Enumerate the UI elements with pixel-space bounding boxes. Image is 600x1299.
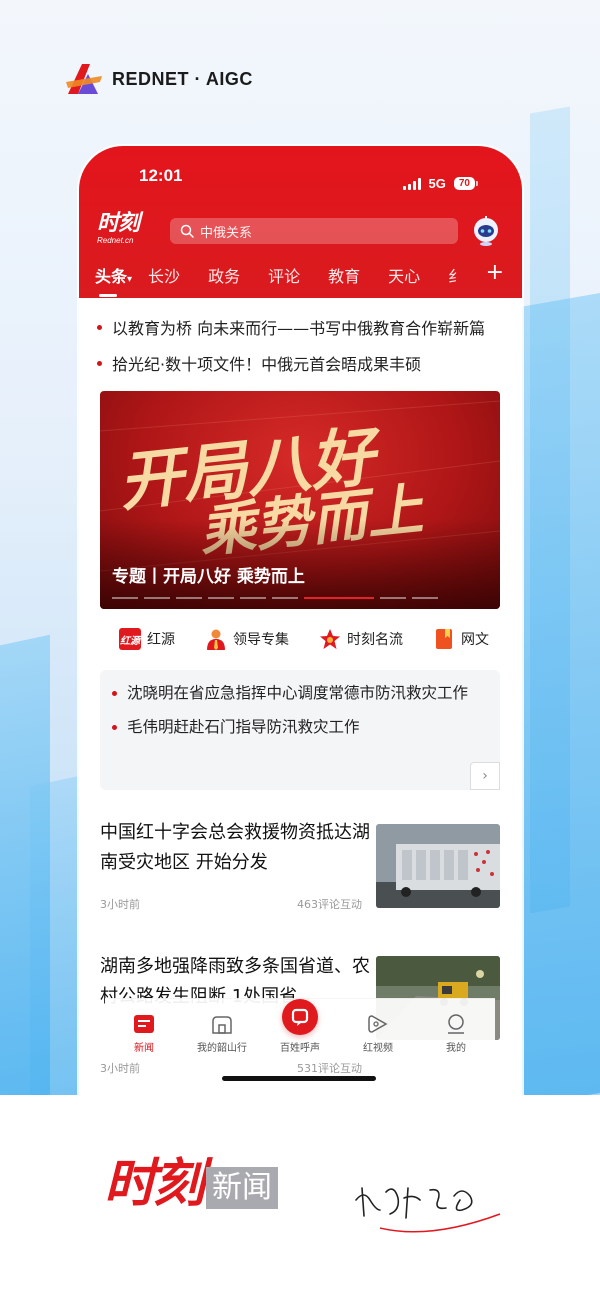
chevron-right-icon[interactable]: ›	[470, 762, 500, 790]
search-icon	[180, 224, 194, 238]
quick-link-articles[interactable]: 网文	[433, 628, 489, 650]
notice-text: 毛伟明赶赴石门指导防汛救灾工作	[127, 718, 360, 736]
carousel-dot[interactable]	[240, 597, 266, 599]
leader-icon	[207, 629, 225, 650]
decor-band	[530, 106, 570, 914]
tab-news[interactable]: 新闻	[106, 1013, 182, 1054]
quick-link-label: 领导专集	[233, 632, 289, 648]
carousel-dot[interactable]	[272, 597, 298, 599]
bottom-brand-main: 时刻	[104, 1153, 205, 1214]
bottom-brand-sub: 新闻	[206, 1167, 279, 1209]
news-comments: 463评论互动	[297, 898, 362, 911]
star-icon	[320, 629, 340, 649]
rednet-brand: REDNET · AIGC	[64, 62, 253, 96]
banner-caption: 专题丨开局八好 乘势而上	[112, 567, 305, 587]
carousel-dot[interactable]	[412, 597, 438, 599]
bottom-brand: 时刻 新闻	[104, 1153, 279, 1214]
hongyuan-icon: 红源	[119, 628, 141, 650]
notice-panel: 沈晓明在省应急指挥中心调度常德市防汛救灾工作 毛伟明赶赴石门指导防汛救灾工作 ›	[100, 670, 500, 790]
headline-text: 以教育为桥 向未来而行——书写中俄教育合作崭新篇	[112, 319, 486, 338]
app-logo-sub: Rednet.cn	[97, 236, 134, 245]
network-type: 5G	[428, 176, 446, 191]
notice-text: 沈晓明在省应急指挥中心调度常德市防汛救灾工作	[127, 684, 469, 702]
tab-label: 我的	[446, 1043, 466, 1054]
quick-link-celebrities[interactable]: 时刻名流	[319, 628, 403, 650]
bullet-icon	[97, 324, 102, 330]
notice-item[interactable]: 毛伟明赶赴石门指导防汛救灾工作	[112, 714, 488, 740]
tab-more-channel[interactable]: 纟	[448, 263, 462, 287]
news-item[interactable]: 中国红十字会总会救援物资抵达湖南受灾地区 开始分发 3小时前 463评论互动	[100, 818, 500, 911]
quick-link-hongyuan[interactable]: 红源 红源	[119, 628, 175, 650]
brand-name: REDNET · AIGC	[112, 68, 253, 89]
tab-label: 头条	[95, 267, 128, 286]
tab-government[interactable]: 政务	[208, 263, 240, 287]
news-comments: 531评论互动	[297, 1062, 362, 1075]
app-header: 12:01 5G 70 时刻 Rednet.cn 中俄关系 头条▾ 长沙 政务 …	[79, 146, 522, 298]
quick-link-label: 时刻名流	[347, 632, 403, 648]
tab-label: 我的韶山行	[197, 1043, 247, 1054]
status-time: 12:01	[139, 166, 183, 185]
phone-frame: 12:01 5G 70 时刻 Rednet.cn 中俄关系 头条▾ 长沙 政务 …	[79, 146, 522, 1106]
news-time: 3小时前	[100, 898, 140, 911]
carousel-dot[interactable]	[304, 597, 374, 599]
tab-public-voice[interactable]: 百姓呼声	[262, 999, 338, 1054]
tab-label: 百姓呼声	[280, 1043, 320, 1054]
tab-tianxin[interactable]: 天心	[388, 263, 420, 287]
news-tab-icon	[134, 1015, 154, 1033]
add-channel-icon[interactable]: +	[486, 258, 504, 288]
battery-icon: 70	[453, 177, 478, 190]
bookmark-icon	[436, 629, 452, 649]
home-tab-icon	[212, 1016, 232, 1034]
news-thumbnail	[376, 824, 500, 908]
channel-tabs: 头条▾ 长沙 政务 评论 教育 天心 纟	[79, 260, 522, 297]
tab-label: 新闻	[134, 1043, 154, 1054]
notice-item[interactable]: 沈晓明在省应急指挥中心调度常德市防汛救灾工作	[112, 680, 488, 706]
bullet-icon	[97, 360, 102, 366]
rednet-logo-icon	[66, 64, 102, 94]
signal-icon	[402, 177, 421, 190]
tab-headline[interactable]: 头条▾	[95, 263, 132, 297]
news-title: 中国红十字会总会救援物资抵达湖南受灾地区 开始分发	[100, 822, 370, 873]
top-headlines: 以教育为桥 向未来而行——书写中俄教育合作崭新篇 拾光纪·数十项文件！中俄元首会…	[97, 309, 507, 381]
status-icons: 5G 70	[402, 176, 478, 191]
feature-banner[interactable]: 开局八好 乘势而上 专题丨开局八好 乘势而上	[100, 391, 500, 609]
home-indicator[interactable]	[222, 1076, 376, 1081]
tab-changsha[interactable]: 长沙	[148, 263, 180, 287]
tab-label: 红视频	[363, 1043, 393, 1054]
carousel-dot[interactable]	[380, 597, 406, 599]
carousel-dot[interactable]	[176, 597, 202, 599]
carousel-dot[interactable]	[112, 597, 138, 599]
headline-item[interactable]: 以教育为桥 向未来而行——书写中俄教育合作崭新篇	[97, 309, 507, 345]
quick-link-label: 网文	[461, 632, 489, 648]
carousel-dot[interactable]	[208, 597, 234, 599]
tab-commentary[interactable]: 评论	[268, 263, 300, 287]
video-tab-icon	[368, 1015, 388, 1033]
profile-tab-icon	[448, 1014, 464, 1034]
bottom-tab-bar: 新闻 我的韶山行 百姓呼声 红视频 我的	[105, 998, 495, 1058]
headline-text: 拾光纪·数十项文件！中俄元首会晤成果丰硕	[112, 355, 422, 374]
bullet-icon	[112, 691, 117, 696]
tab-education[interactable]: 教育	[328, 263, 360, 287]
news-meta: 3小时前 463评论互动	[100, 896, 362, 912]
quick-link-label: 红源	[147, 632, 175, 648]
app-logo[interactable]: 时刻 Rednet.cn	[97, 212, 151, 248]
carousel-dot[interactable]	[144, 597, 170, 599]
tab-shaoshan[interactable]: 我的韶山行	[184, 1013, 260, 1054]
news-time: 3小时前	[100, 1062, 140, 1075]
tab-red-video[interactable]: 红视频	[340, 1013, 416, 1054]
quick-link-leaders[interactable]: 领导专集	[205, 628, 289, 650]
quick-links: 红源 红源 领导专集 时刻名流 网文	[119, 628, 489, 650]
news-meta: 3小时前 531评论互动	[100, 1060, 362, 1076]
voice-tab-icon	[282, 999, 318, 1035]
app-logo-main: 时刻	[97, 210, 140, 236]
tab-profile[interactable]: 我的	[418, 1013, 494, 1054]
search-placeholder: 中俄关系	[200, 225, 253, 241]
headline-item[interactable]: 拾光纪·数十项文件！中俄元首会晤成果丰硕	[97, 345, 507, 381]
ai-assistant-icon[interactable]	[472, 216, 500, 246]
handwritten-signature	[355, 1187, 501, 1233]
bullet-icon	[112, 725, 117, 730]
battery-level: 70	[453, 177, 475, 190]
carousel-indicator	[112, 597, 438, 599]
search-input[interactable]: 中俄关系	[170, 218, 458, 244]
